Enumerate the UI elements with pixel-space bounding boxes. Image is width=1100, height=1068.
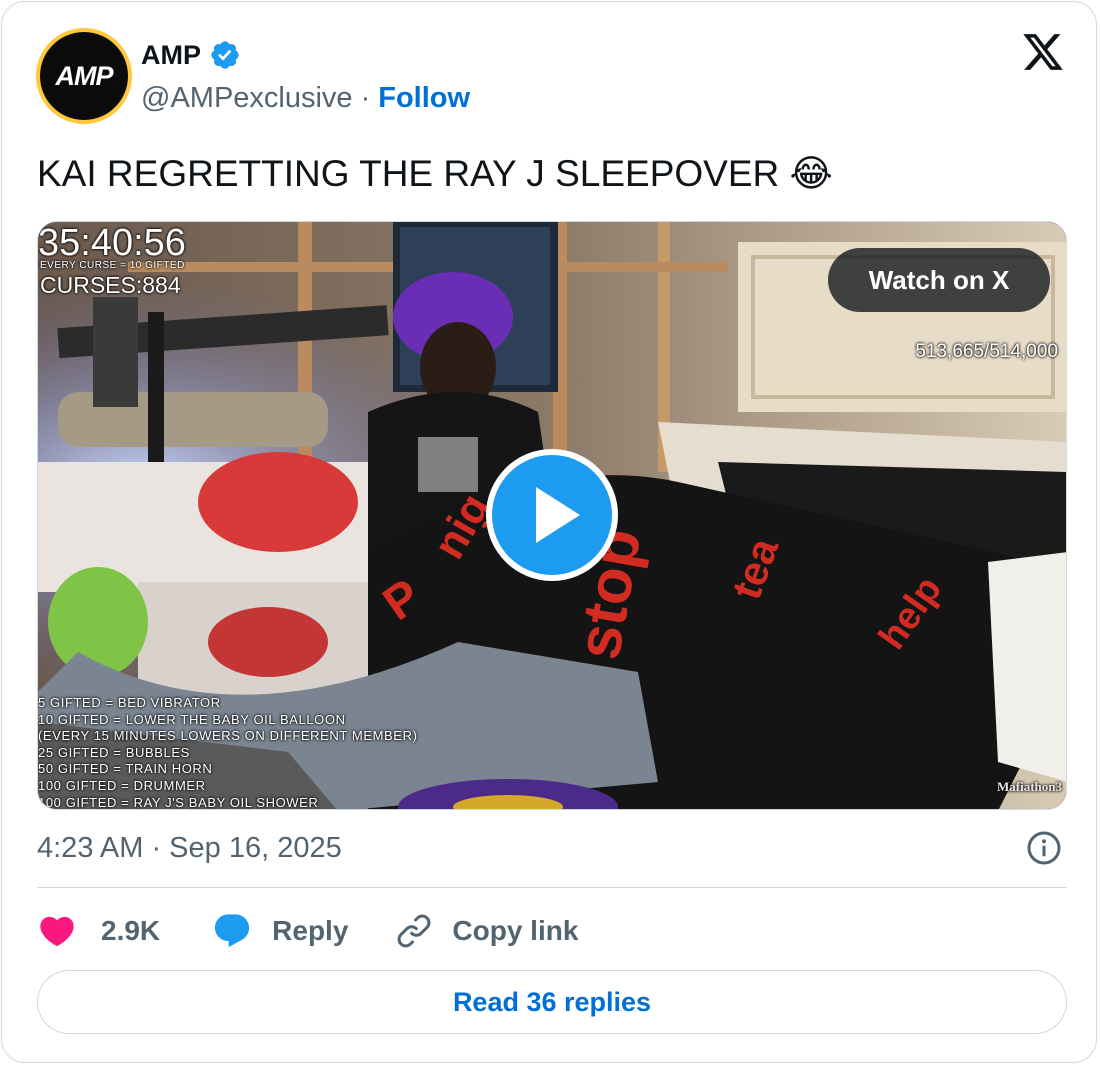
gift-rule: 25 GIFTED = BUBBLES xyxy=(38,744,190,760)
avatar[interactable]: AMP xyxy=(36,28,132,124)
gift-rule: 100 GIFTED = DRUMMER xyxy=(38,777,206,793)
curse-counter: CURSES:884 xyxy=(40,272,181,298)
tweet-timestamp[interactable]: 4:23 AM · Sep 16, 2025 xyxy=(37,828,342,868)
reply-label: Reply xyxy=(272,915,349,946)
copy-link-label: Copy link xyxy=(452,915,579,946)
tweet-text: KAI REGRETTING THE RAY J SLEEPOVER 😂 xyxy=(37,153,833,194)
author-display-name[interactable]: AMP xyxy=(141,40,201,71)
heart-icon xyxy=(40,916,74,947)
gift-rule: (EVERY 15 MINUTES LOWERS ON DIFFERENT ME… xyxy=(38,728,418,744)
divider xyxy=(37,887,1067,888)
avatar-logo-text: AMP xyxy=(55,60,114,91)
info-icon[interactable] xyxy=(1026,830,1062,866)
copy-link-button[interactable]: Copy link xyxy=(394,911,578,951)
gift-rule: 50 GIFTED = TRAIN HORN xyxy=(38,761,213,777)
x-logo-icon[interactable] xyxy=(1020,30,1066,74)
separator-dot: · xyxy=(360,81,371,114)
author-name-row: AMP xyxy=(141,35,241,75)
gift-rule: 100 GIFTED = RAY J'S BABY OIL SHOWER xyxy=(38,794,319,810)
sub-goal-counter: 513,665/514,000 xyxy=(915,341,1058,362)
read-replies-button[interactable]: Read 36 replies xyxy=(37,970,1067,1034)
verified-badge-icon xyxy=(211,41,239,69)
curse-rule: EVERY CURSE = 10 GIFTED xyxy=(40,260,185,271)
stream-timer: 35:40:56 xyxy=(38,222,186,264)
video-player[interactable]: P nig stop tea help 35:40:56 EVERY CURSE… xyxy=(37,221,1067,810)
play-icon xyxy=(536,487,580,543)
author-handle[interactable]: @AMPexclusive xyxy=(141,82,353,115)
play-button[interactable] xyxy=(486,449,618,581)
watch-on-x-button[interactable]: Watch on X xyxy=(828,248,1050,312)
follow-button[interactable]: Follow xyxy=(378,82,470,115)
author-handle-row: @AMPexclusive · Follow xyxy=(141,78,470,118)
stream-watermark: Mafiathon3 xyxy=(997,779,1062,794)
tweet-actions: 2.9K Reply Copy link xyxy=(37,906,578,956)
reply-button[interactable]: Reply xyxy=(212,911,348,951)
like-count: 2.9K xyxy=(101,915,161,946)
tweet-card: AMP AMP @AMPexclusive · Follow KAI REGRE… xyxy=(1,1,1097,1063)
reply-bubble-icon xyxy=(215,914,250,948)
avatar-logo: AMP xyxy=(40,32,128,120)
link-icon xyxy=(398,914,431,948)
gift-rule: 10 GIFTED = LOWER THE BABY OIL BALLOON xyxy=(38,711,346,727)
gift-rules-list: 5 GIFTED = BED VIBRATOR 10 GIFTED = LOWE… xyxy=(38,695,418,810)
gift-rule: 5 GIFTED = BED VIBRATOR xyxy=(38,695,221,710)
like-button[interactable]: 2.9K xyxy=(37,911,160,951)
